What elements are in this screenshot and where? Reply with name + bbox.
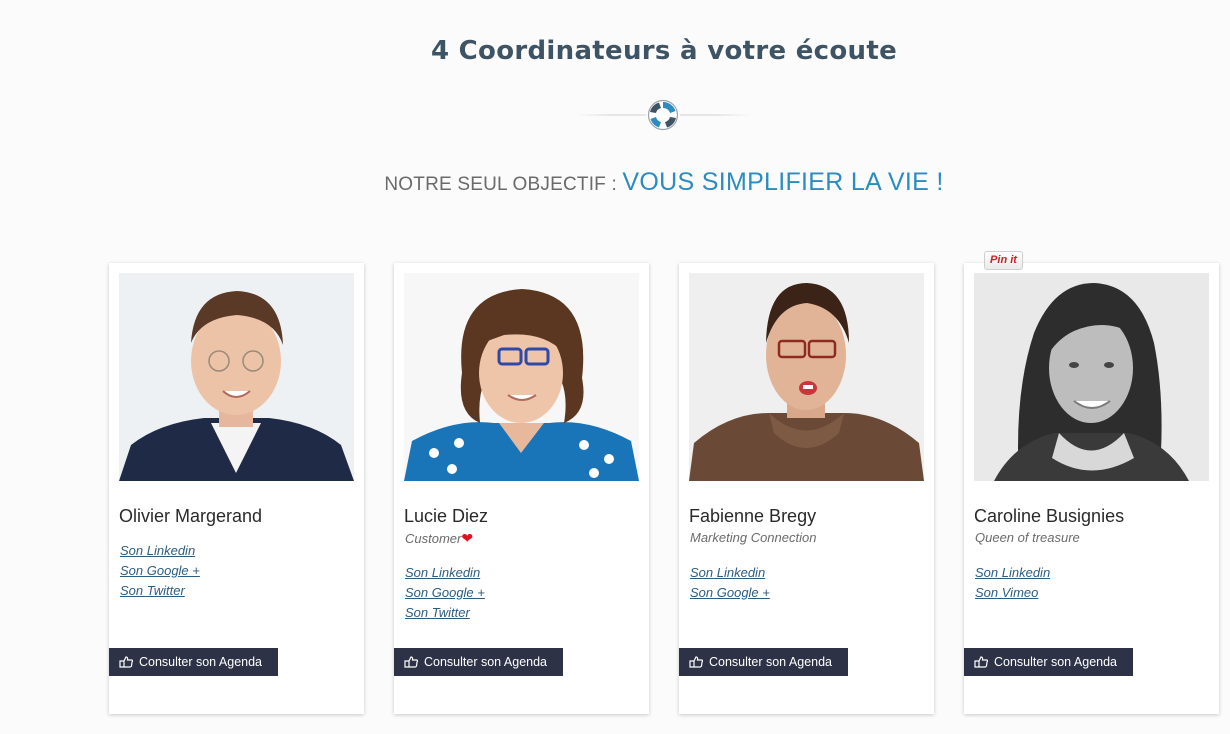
- agenda-button[interactable]: Consulter son Agenda: [394, 648, 563, 676]
- heart-icon: ❤: [461, 530, 474, 546]
- vimeo-link[interactable]: Son Vimeo: [975, 583, 1050, 603]
- agenda-button-label: Consulter son Agenda: [994, 655, 1118, 669]
- subtitle-highlight: VOUS SIMPLIFIER LA VIE !: [622, 168, 944, 196]
- twitter-link[interactable]: Son Twitter: [405, 603, 485, 623]
- coordinator-role: Marketing Connection: [690, 530, 817, 545]
- hand-point-icon: [119, 650, 134, 678]
- linkedin-link[interactable]: Son Linkedin: [975, 563, 1050, 583]
- social-links: Son Linkedin Son Google + Son Twitter: [120, 541, 200, 601]
- section-subtitle: NOTRE SEUL OBJECTIF : VOUS SIMPLIFIER LA…: [0, 168, 1230, 197]
- coordinator-role: Customer❤: [405, 530, 473, 547]
- agenda-button[interactable]: Consulter son Agenda: [109, 648, 278, 676]
- coordinator-photo: [689, 273, 924, 481]
- linkedin-link[interactable]: Son Linkedin: [690, 563, 770, 583]
- coordinator-photo: [119, 273, 354, 481]
- hand-point-icon: [689, 650, 704, 678]
- team-section: 4 Coordinateurs à votre écoute NOTRE SEU…: [0, 0, 1230, 734]
- social-links: Son Linkedin Son Google + Son Twitter: [405, 563, 485, 623]
- coordinator-name: Lucie Diez: [404, 506, 489, 526]
- agenda-button-label: Consulter son Agenda: [139, 655, 263, 669]
- coordinator-name: Olivier Margerand: [119, 506, 263, 526]
- coordinator-photo: [404, 273, 639, 481]
- coordinator-card: Fabienne Bregy Marketing Connection Son …: [679, 263, 934, 714]
- social-links: Son Linkedin Son Vimeo: [975, 563, 1050, 603]
- coordinator-name: Fabienne Bregy: [689, 506, 817, 526]
- hand-point-icon: [404, 650, 419, 678]
- coordinator-name: Caroline Busignies: [974, 506, 1125, 526]
- subtitle-prefix: NOTRE SEUL OBJECTIF :: [384, 174, 623, 195]
- coordinator-card: Caroline Busignies Queen of treasure Son…: [964, 263, 1219, 714]
- hand-point-icon: [974, 650, 989, 678]
- team-circle-icon: [646, 98, 680, 132]
- linkedin-link[interactable]: Son Linkedin: [405, 563, 485, 583]
- agenda-button[interactable]: Consulter son Agenda: [679, 648, 848, 676]
- section-title: 4 Coordinateurs à votre écoute: [430, 36, 898, 66]
- coordinator-card: Olivier Margerand Son Linkedin Son Googl…: [109, 263, 364, 714]
- google-plus-link[interactable]: Son Google +: [120, 561, 200, 581]
- agenda-button[interactable]: Consulter son Agenda: [964, 648, 1133, 676]
- social-links: Son Linkedin Son Google +: [690, 563, 770, 603]
- twitter-link[interactable]: Son Twitter: [120, 581, 200, 601]
- agenda-button-label: Consulter son Agenda: [709, 655, 833, 669]
- coordinator-role-label: Customer: [405, 531, 462, 546]
- coordinator-photo: [974, 273, 1209, 481]
- coordinator-card: Lucie Diez Customer❤ Son Linkedin Son Go…: [394, 263, 649, 714]
- coordinator-role: Queen of treasure: [975, 530, 1080, 545]
- agenda-button-label: Consulter son Agenda: [424, 655, 548, 669]
- pinterest-pin-button[interactable]: Pin it: [984, 251, 1023, 270]
- linkedin-link[interactable]: Son Linkedin: [120, 541, 200, 561]
- google-plus-link[interactable]: Son Google +: [405, 583, 485, 603]
- google-plus-link[interactable]: Son Google +: [690, 583, 770, 603]
